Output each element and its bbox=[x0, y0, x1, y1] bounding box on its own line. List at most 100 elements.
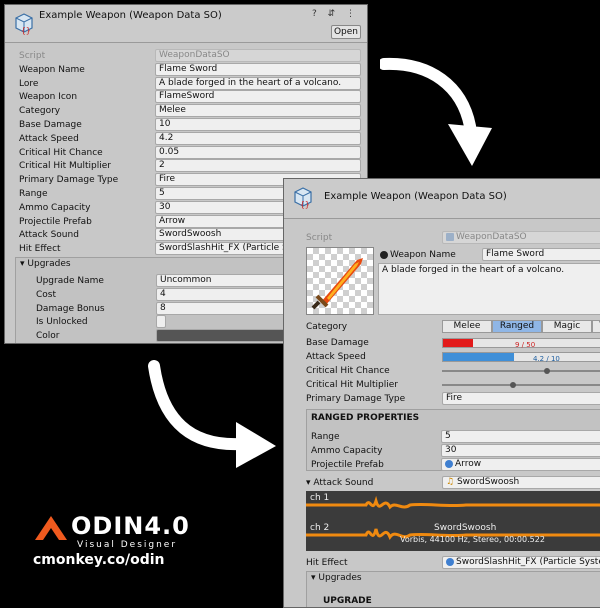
inspector-title: Example Weapon (Weapon Data SO) bbox=[324, 191, 507, 202]
odin-logo: ODIN4.0 Visual Designer cmonkey.co/odin bbox=[33, 512, 193, 574]
range-field[interactable]: 5 bbox=[441, 430, 600, 443]
script-label: Script bbox=[306, 233, 333, 243]
upgrade-field-label: Upgrade Name bbox=[36, 276, 104, 286]
inspector-header: {} Example Weapon (Weapon Data SO) bbox=[284, 179, 600, 219]
script-icon bbox=[446, 232, 454, 241]
is-unlocked-checkbox[interactable] bbox=[156, 315, 166, 329]
brand-name: ODIN4.0 bbox=[71, 512, 190, 540]
crit-mult-row: Critical Hit Multiplier bbox=[284, 378, 600, 392]
field-label: Attack Speed bbox=[19, 133, 79, 144]
field-label: Ammo Capacity bbox=[19, 202, 91, 213]
field-value[interactable]: 10 bbox=[155, 118, 361, 131]
inspector-title: Example Weapon (Weapon Data SO) bbox=[39, 10, 222, 21]
field-row: Script WeaponDataSO bbox=[5, 49, 367, 63]
category-tab-magic[interactable]: Magic bbox=[542, 320, 592, 333]
field-value[interactable]: A blade forged in the heart of a volcano… bbox=[155, 76, 361, 90]
hit-effect-label: Hit Effect bbox=[306, 558, 348, 568]
field-value[interactable]: WeaponDataSO bbox=[155, 49, 361, 62]
crit-chance-label: Critical Hit Chance bbox=[306, 366, 390, 376]
attack-sound-value[interactable]: SwordSwoosh bbox=[457, 477, 519, 487]
category-tab-melee[interactable]: Melee bbox=[442, 320, 492, 333]
clip-info: Vorbis, 44100 Hz, Stereo, 00:00.522 bbox=[400, 535, 545, 544]
curved-arrow-down-icon bbox=[148, 360, 276, 468]
field-row: Critical Hit Multiplier 2 bbox=[5, 159, 367, 173]
hit-effect-row: Hit Effect SwordSlashHit_FX (Particle Sy… bbox=[284, 556, 600, 570]
lore-textarea[interactable]: A blade forged in the heart of a volcano… bbox=[378, 263, 600, 315]
field-label: Base Damage bbox=[19, 120, 82, 130]
crit-mult-slider[interactable] bbox=[442, 382, 600, 388]
attack-speed-row: Attack Speed 4.2 / 10 bbox=[284, 350, 600, 364]
field-value[interactable]: 2 bbox=[155, 159, 361, 173]
field-label: Weapon Name bbox=[19, 64, 85, 75]
upgrade-header: UPGRADE bbox=[323, 596, 372, 606]
attack-speed-progress-bar[interactable]: 4.2 / 10 bbox=[442, 352, 600, 363]
damage-type-field[interactable]: Fire bbox=[442, 392, 600, 405]
audio-waveform-preview[interactable]: ch 1 ch 2 SwordSwoosh Vorbis, 44100 Hz, … bbox=[306, 491, 600, 551]
weapon-name-field[interactable]: Flame Sword bbox=[482, 248, 600, 261]
ranged-properties-box: RANGED PROPERTIES Range 5 Ammo Capacity … bbox=[306, 409, 600, 471]
field-value[interactable]: Melee bbox=[155, 104, 361, 118]
upgrades-label: Upgrades bbox=[318, 573, 362, 583]
svg-text:{}: {} bbox=[300, 200, 310, 209]
crit-chance-slider[interactable] bbox=[442, 368, 600, 374]
field-label: Range bbox=[19, 189, 48, 199]
ammo-row: Ammo Capacity 30 bbox=[307, 444, 600, 458]
field-row: Weapon Name Flame Sword bbox=[5, 62, 367, 77]
foldout-arrow-icon[interactable]: ▾ bbox=[20, 259, 25, 269]
projectile-row: Projectile Prefab Arrow bbox=[307, 458, 600, 472]
field-value[interactable]: 0.05 bbox=[155, 145, 361, 159]
field-label: Primary Damage Type bbox=[19, 175, 119, 186]
base-damage-progress-bar[interactable]: 9 / 50 bbox=[442, 338, 600, 349]
crit-chance-row: Critical Hit Chance bbox=[284, 364, 600, 378]
weapon-name-row: Weapon Name Flame Sword bbox=[284, 248, 600, 262]
prefab-icon bbox=[446, 557, 454, 566]
after-inspector-panel: {} Example Weapon (Weapon Data SO) Scrip… bbox=[283, 178, 600, 608]
damage-type-row: Primary Damage Type Fire bbox=[284, 392, 600, 406]
field-value[interactable]: Flame Sword bbox=[155, 62, 361, 76]
upgrade-field-label: Damage Bonus bbox=[36, 303, 105, 314]
category-tab-ranged[interactable]: Ranged bbox=[492, 320, 542, 333]
projectile-value[interactable]: Arrow bbox=[455, 459, 481, 469]
field-row: Critical Hit Chance 0.05 bbox=[5, 145, 367, 160]
projectile-label: Projectile Prefab bbox=[311, 460, 384, 470]
field-value[interactable]: FlameSword bbox=[155, 90, 361, 104]
attack-speed-label: Attack Speed bbox=[306, 352, 366, 362]
brand-url[interactable]: cmonkey.co/odin bbox=[33, 552, 165, 568]
field-row: Attack Speed 4.2 bbox=[5, 131, 367, 146]
field-row: Base Damage 10 bbox=[5, 118, 367, 132]
upgrade-field-label: Cost bbox=[36, 289, 57, 300]
slider-knob[interactable] bbox=[510, 382, 516, 388]
field-label: Critical Hit Chance bbox=[19, 147, 103, 158]
hexagon-icon bbox=[380, 250, 388, 259]
open-button[interactable]: Open bbox=[331, 25, 361, 39]
upgrades-foldout[interactable]: ▾ Upgrades bbox=[20, 259, 71, 269]
channel-2-label: ch 2 bbox=[310, 523, 330, 533]
base-damage-row: Base Damage 9 / 50 bbox=[284, 336, 600, 350]
field-label: Projectile Prefab bbox=[19, 216, 92, 227]
base-damage-label: Base Damage bbox=[306, 338, 369, 348]
scriptable-object-icon: {} bbox=[294, 187, 312, 209]
field-value[interactable]: 4.2 bbox=[155, 131, 361, 145]
ammo-field[interactable]: 30 bbox=[441, 444, 600, 457]
progress-fill bbox=[443, 353, 514, 361]
range-label: Range bbox=[311, 432, 340, 442]
slider-knob[interactable] bbox=[544, 368, 550, 374]
upgrades-section: ▾ Upgrades UPGRADE bbox=[306, 571, 600, 607]
damage-type-label: Primary Damage Type bbox=[306, 394, 406, 404]
inspector-header: {} Example Weapon (Weapon Data SO) ? ⇵ ⋮… bbox=[5, 5, 367, 43]
brand-subtitle: Visual Designer bbox=[77, 540, 178, 550]
field-row: Category Melee bbox=[5, 104, 367, 118]
upgrades-foldout[interactable]: ▾ Upgrades bbox=[311, 573, 362, 583]
header-icons[interactable]: ? ⇵ ⋮ bbox=[312, 9, 359, 19]
category-tab-more[interactable]: T bbox=[592, 320, 600, 333]
ranged-header: RANGED PROPERTIES bbox=[311, 413, 420, 423]
category-row: Category Melee Ranged Magic T bbox=[284, 320, 600, 334]
field-label: Critical Hit Multiplier bbox=[19, 161, 111, 172]
attack-sound-label[interactable]: ▾ Attack Sound bbox=[306, 476, 373, 490]
field-row: Weapon Icon FlameSword bbox=[5, 90, 367, 104]
ammo-label: Ammo Capacity bbox=[311, 446, 383, 456]
hit-effect-value[interactable]: SwordSlashHit_FX (Particle System) bbox=[456, 557, 600, 567]
field-label: Weapon Icon bbox=[19, 92, 78, 103]
clip-name: SwordSwoosh bbox=[434, 523, 497, 533]
field-label: Hit Effect bbox=[19, 244, 61, 255]
